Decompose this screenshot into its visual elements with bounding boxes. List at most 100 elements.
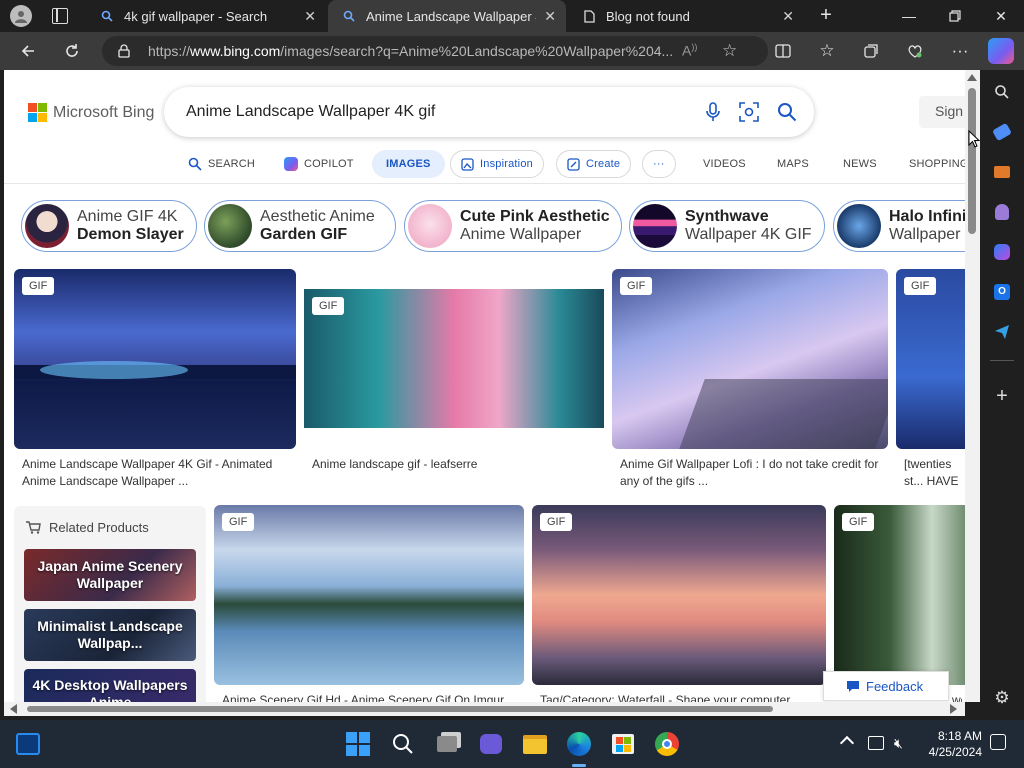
tab-actions-icon[interactable]	[52, 8, 68, 24]
result-image-reflection[interactable]: GIF	[214, 505, 524, 685]
nav-inspiration[interactable]: Inspiration	[450, 150, 544, 178]
edge-browser-icon[interactable]	[565, 730, 593, 758]
related-product-item[interactable]: Japan Anime Scenery Wallpaper	[24, 549, 196, 601]
result-image-cherry-path[interactable]: GIF	[612, 269, 888, 449]
outlook-icon[interactable]: O	[990, 280, 1014, 304]
favorites-icon[interactable]: ☆	[812, 36, 842, 66]
start-windows-icon[interactable]	[344, 730, 372, 758]
close-window-button[interactable]: ✕	[978, 0, 1024, 32]
task-view-icon[interactable]	[433, 730, 461, 758]
teams-chat-icon[interactable]	[477, 730, 505, 758]
tab-search-4k[interactable]: 4k gif wallpaper - Search ✕	[86, 0, 326, 32]
close-tab-icon[interactable]: ✕	[782, 9, 794, 23]
result-image-forest[interactable]: GIF	[834, 505, 965, 685]
chrome-icon[interactable]	[653, 730, 681, 758]
result-caption[interactable]: Anime landscape gif - leafserre	[312, 456, 598, 473]
show-hidden-icons-chevron-icon[interactable]	[839, 735, 855, 751]
restore-button[interactable]	[932, 0, 978, 32]
result-image-pink-trees[interactable]: GIF	[304, 289, 604, 428]
games-icon[interactable]	[990, 200, 1014, 224]
network-icon[interactable]	[868, 736, 884, 750]
sidebar-settings-icon[interactable]: ⚙	[990, 686, 1014, 710]
page-icon	[582, 9, 596, 23]
search-input[interactable]: Anime Landscape Wallpaper 4K gif	[186, 103, 435, 121]
shopping-tag-icon[interactable]	[990, 120, 1014, 144]
more-menu-icon[interactable]: ···	[945, 36, 975, 66]
related-search-cute-pink[interactable]: Cute Pink Aesthetic Anime Wallpaper	[404, 200, 622, 252]
address-bar[interactable]: https://www.bing.com/images/search?q=Ani…	[102, 36, 768, 66]
nav-shopping[interactable]: SHOPPING	[909, 150, 965, 178]
system-clock[interactable]: 8:18 AM 4/25/2024	[918, 728, 982, 760]
result-caption[interactable]: Tag/Category: Waterfall - Shape your com…	[540, 692, 820, 702]
related-thumbnail	[633, 204, 677, 248]
file-explorer-icon[interactable]	[521, 730, 549, 758]
visual-search-icon[interactable]	[737, 100, 761, 124]
nav-copilot[interactable]: COPILOT	[284, 150, 354, 178]
search-icon[interactable]	[990, 80, 1014, 104]
volume-muted-icon[interactable]: 🔇︎	[894, 735, 903, 752]
nav-more[interactable]: ···	[642, 150, 676, 178]
bing-logo[interactable]: Microsoft Bing	[28, 103, 154, 122]
read-aloud-icon[interactable]: A))	[682, 42, 697, 59]
search-icon	[188, 157, 202, 171]
nav-videos[interactable]: VIDEOS	[703, 150, 746, 178]
related-search-garden-gif[interactable]: Aesthetic Anime Garden GIF	[204, 200, 396, 252]
related-search-synthwave[interactable]: Synthwave Wallpaper 4K GIF	[629, 200, 825, 252]
browser-essentials-icon[interactable]	[900, 36, 930, 66]
nav-images[interactable]: IMAGES	[372, 150, 445, 178]
fence-shape	[679, 379, 888, 449]
feedback-icon	[846, 680, 860, 693]
gif-badge: GIF	[312, 297, 345, 315]
sign-in-button[interactable]: Sign	[919, 96, 965, 128]
scroll-up-icon[interactable]	[967, 74, 977, 81]
lock-icon[interactable]	[118, 44, 130, 63]
close-tab-icon[interactable]: ✕	[304, 9, 316, 23]
microsoft-store-icon[interactable]	[609, 730, 637, 758]
tab-blog-not-found[interactable]: Blog not found ✕	[568, 0, 804, 32]
profile-avatar[interactable]	[10, 5, 32, 27]
new-tab-button[interactable]: +	[814, 5, 838, 27]
result-image-sunset-clouds[interactable]: GIF	[532, 505, 826, 685]
related-product-item[interactable]: Minimalist Landscape Wallpap...	[24, 609, 196, 661]
drop-send-icon[interactable]	[990, 320, 1014, 344]
tab-title: Blog not found	[606, 8, 690, 24]
vertical-scroll-thumb[interactable]	[968, 88, 976, 234]
widgets-icon[interactable]	[14, 730, 42, 758]
back-button[interactable]	[13, 36, 43, 66]
related-search-demon-slayer[interactable]: Anime GIF 4K Demon Slayer	[21, 200, 197, 252]
taskbar-search-icon[interactable]	[389, 730, 417, 758]
scroll-right-icon[interactable]	[950, 704, 957, 714]
nav-search[interactable]: SEARCH	[188, 150, 255, 178]
minimize-button[interactable]: —	[886, 0, 932, 32]
cart-icon	[26, 521, 41, 534]
microsoft-365-icon[interactable]	[990, 240, 1014, 264]
tab-title: Anime Landscape Wallpaper 4K gif	[366, 8, 536, 24]
add-sidebar-app-icon[interactable]: +	[990, 384, 1014, 408]
scroll-left-icon[interactable]	[10, 704, 17, 714]
result-caption[interactable]: [twenties st... HAVE FUN (...	[904, 456, 964, 490]
microphone-icon[interactable]	[701, 100, 725, 124]
horizontal-scroll-thumb[interactable]	[27, 706, 773, 712]
result-image-milky-way[interactable]: GIF	[14, 269, 296, 449]
search-box[interactable]: Anime Landscape Wallpaper 4K gif	[164, 87, 814, 137]
notifications-icon[interactable]	[990, 734, 1006, 750]
related-search-halo-infinite[interactable]: Halo InfiniteWallpaper 4K	[833, 200, 965, 252]
nav-news[interactable]: NEWS	[843, 150, 877, 178]
close-tab-icon[interactable]: ✕	[544, 9, 556, 23]
nav-create[interactable]: Create	[556, 150, 632, 178]
collections-icon[interactable]	[856, 36, 886, 66]
tab-anime-landscape[interactable]: Anime Landscape Wallpaper 4K gif ✕	[328, 0, 566, 32]
result-caption[interactable]: Anime Gif Wallpaper Lofi : I do not take…	[620, 456, 882, 490]
nav-maps[interactable]: MAPS	[777, 150, 809, 178]
copilot-icon[interactable]	[988, 38, 1014, 64]
refresh-button[interactable]	[57, 36, 87, 66]
favorite-star-icon[interactable]: ☆	[722, 41, 737, 61]
feedback-button[interactable]: Feedback	[823, 671, 949, 701]
related-product-item[interactable]: 4K Desktop Wallpapers Anime	[24, 669, 196, 702]
tools-icon[interactable]	[990, 160, 1014, 184]
result-image-partial[interactable]: GIF	[896, 269, 965, 449]
result-caption[interactable]: Anime Landscape Wallpaper 4K Gif - Anima…	[22, 456, 288, 490]
split-screen-icon[interactable]	[768, 36, 798, 66]
search-submit-icon[interactable]	[775, 100, 799, 124]
result-caption[interactable]: Anime Scenery Gif Hd - Anime Scenery Gif…	[222, 692, 518, 702]
